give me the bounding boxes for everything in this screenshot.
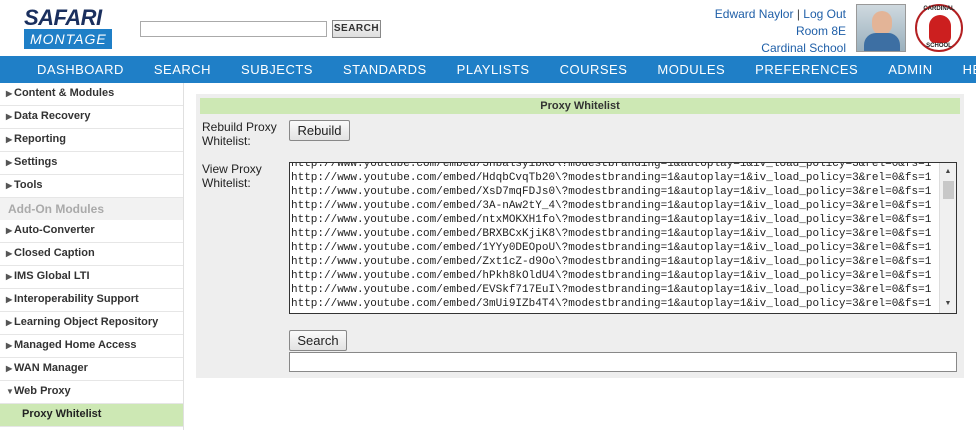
main-nav: DASHBOARD SEARCH SUBJECTS STANDARDS PLAY… (0, 56, 976, 83)
sidebar-item-label: Learning Object Repository (14, 316, 159, 328)
proxy-whitelist-panel: Proxy Whitelist Rebuild Proxy Whitelist:… (196, 94, 964, 378)
whitelist-scrollbar[interactable]: ▲ ▼ (939, 163, 956, 313)
sidebar-item-label: Reporting (14, 133, 66, 145)
nav-preferences[interactable]: PREFERENCES (740, 56, 873, 83)
sidebar-item-label: Data Recovery (14, 110, 91, 122)
header-search-button[interactable]: SEARCH (332, 20, 381, 38)
rebuild-button[interactable]: Rebuild (289, 120, 350, 141)
avatar-body (864, 33, 900, 51)
avatar-head (872, 11, 892, 35)
sidebar-item-ims-global-lti[interactable]: ▶ IMS Global LTI (0, 266, 183, 289)
whitelist-line: http://www.youtube.com/embed/3nbalsyibKU… (291, 162, 932, 170)
whitelist-line: http://www.youtube.com/embed/1YYy0DEOpoU… (291, 242, 932, 254)
school-link[interactable]: Cardinal School (715, 40, 846, 57)
nav-modules[interactable]: MODULES (642, 56, 740, 83)
whitelist-line: http://www.youtube.com/embed/HdqbCvqTb20… (291, 172, 932, 184)
sidebar-item-label: Content & Modules (14, 87, 115, 99)
nav-standards[interactable]: STANDARDS (328, 56, 442, 83)
sidebar-item-label: IMS Global LTI (14, 270, 90, 282)
logout-link[interactable]: Log Out (803, 7, 846, 21)
whitelist-line: http://www.youtube.com/embed/XsD7mqFDJs0… (291, 186, 932, 198)
expand-arrow-icon: ▶ (6, 318, 13, 327)
sidebar-item-data-recovery[interactable]: ▶ Data Recovery (0, 106, 183, 129)
school-logo-top-text: CARDINAL (923, 6, 955, 12)
sidebar-item-label: Managed Home Access (14, 339, 137, 351)
header-search-input[interactable] (140, 21, 327, 37)
expand-arrow-icon: ▶ (6, 272, 13, 281)
whitelist-line: http://www.youtube.com/embed/ntxMOKXH1fo… (291, 214, 932, 226)
nav-courses[interactable]: COURSES (545, 56, 643, 83)
header: SAFARI MONTAGE SEARCH Edward Naylor | Lo… (0, 0, 976, 56)
sidebar-item-label: Web Proxy (14, 385, 71, 397)
search-button[interactable]: Search (289, 330, 347, 351)
sidebar-item-learning-object-repository[interactable]: ▶ Learning Object Repository (0, 312, 183, 335)
whitelist-line: http://www.youtube.com/embed/EVSkf717EuI… (291, 284, 932, 296)
whitelist-lines: http://www.youtube.com/embed/3nbalsyibKU… (290, 162, 938, 311)
sidebar-item-label: Settings (14, 156, 58, 168)
scroll-down-arrow-icon[interactable]: ▼ (940, 297, 956, 311)
sidebar-item-reporting[interactable]: ▶ Reporting (0, 129, 183, 152)
sidebar-item-label: Closed Caption (14, 247, 95, 259)
sidebar-item-label: Auto-Converter (14, 224, 95, 236)
page-title: Proxy Whitelist (200, 98, 960, 114)
whitelist-line: http://www.youtube.com/embed/BRXBCxKjiK8… (291, 228, 932, 240)
expand-arrow-icon: ▶ (6, 181, 13, 190)
expand-arrow-icon: ▶ (6, 341, 13, 350)
sidebar: ▶ Content & Modules ▶ Data Recovery ▶ Repor… (0, 83, 184, 430)
sidebar-item-web-proxy[interactable]: ▼Web Proxy (0, 381, 183, 404)
sidebar-item-proxy-whitelist[interactable]: Proxy Whitelist (0, 404, 183, 427)
nav-playlists[interactable]: PLAYLISTS (442, 56, 545, 83)
nav-subjects[interactable]: SUBJECTS (226, 56, 328, 83)
sidebar-item-auto-converter[interactable]: ▶ Auto-Converter (0, 220, 183, 243)
nav-help[interactable]: HELP (948, 56, 976, 83)
nav-dashboard[interactable]: DASHBOARD (0, 56, 139, 83)
sidebar-item-label: WAN Manager (14, 362, 88, 374)
expand-arrow-icon: ▶ (6, 249, 13, 258)
safari-montage-logo[interactable]: SAFARI MONTAGE (24, 7, 116, 51)
sidebar-item-settings[interactable]: ▶ Settings (0, 152, 183, 175)
scrollbar-thumb[interactable] (943, 181, 954, 199)
whitelist-line: http://www.youtube.com/embed/3A-nAw2tY_4… (291, 200, 932, 212)
cardinal-bird-icon (929, 15, 951, 43)
user-name-link[interactable]: Edward Naylor (715, 7, 794, 21)
scroll-up-arrow-icon[interactable]: ▲ (940, 165, 956, 179)
nav-search[interactable]: SEARCH (139, 56, 226, 83)
expand-arrow-icon: ▶ (6, 89, 13, 98)
sidebar-item-content-modules[interactable]: ▶ Content & Modules (0, 83, 183, 106)
expand-arrow-icon: ▶ (6, 364, 13, 373)
expand-arrow-icon: ▶ (6, 295, 13, 304)
school-logo-bottom-text: SCHOOL (926, 43, 952, 49)
sidebar-item-label: Interoperability Support (14, 293, 139, 305)
whitelist-textarea[interactable]: http://www.youtube.com/embed/3nbalsyibKU… (289, 162, 957, 314)
sidebar-item-managed-home-access[interactable]: ▶ Managed Home Access (0, 335, 183, 358)
sidebar-item-closed-caption[interactable]: ▶ Closed Caption (0, 243, 183, 266)
logo-top-text: SAFARI (24, 5, 102, 30)
user-avatar[interactable] (856, 4, 906, 52)
whitelist-search-input[interactable] (289, 352, 957, 372)
nav-admin[interactable]: ADMIN (873, 56, 947, 83)
room-link[interactable]: Room 8E (715, 23, 846, 40)
view-whitelist-label: View Proxy Whitelist: (202, 162, 262, 190)
sidebar-item-interoperability-support[interactable]: ▶ Interoperability Support (0, 289, 183, 312)
expand-arrow-icon: ▶ (6, 112, 13, 121)
user-separator: | (796, 7, 800, 21)
whitelist-line: http://www.youtube.com/embed/hPkh8kOldU4… (291, 270, 932, 282)
rebuild-label: Rebuild Proxy Whitelist: (202, 120, 277, 148)
whitelist-line: http://www.youtube.com/embed/3mUi9IZb4T4… (291, 298, 932, 310)
user-info: Edward Naylor | Log Out Room 8E Cardinal… (715, 6, 846, 57)
sidebar-heading-addon-modules: Add-On Modules (0, 198, 183, 220)
sidebar-item-wan-manager[interactable]: ▶ WAN Manager (0, 358, 183, 381)
whitelist-line: http://www.youtube.com/embed/Zxt1cZ-d9Oo… (291, 256, 932, 268)
expand-arrow-icon: ▶ (6, 135, 13, 144)
logo-bottom-text: MONTAGE (24, 29, 112, 49)
sidebar-item-tools[interactable]: ▶ Tools (0, 175, 183, 198)
sidebar-item-label: Tools (14, 179, 43, 191)
expand-arrow-icon: ▶ (6, 226, 13, 235)
expand-arrow-icon: ▶ (6, 158, 13, 167)
collapse-arrow-icon: ▼ (6, 387, 14, 396)
school-logo: CARDINAL SCHOOL (915, 4, 963, 52)
